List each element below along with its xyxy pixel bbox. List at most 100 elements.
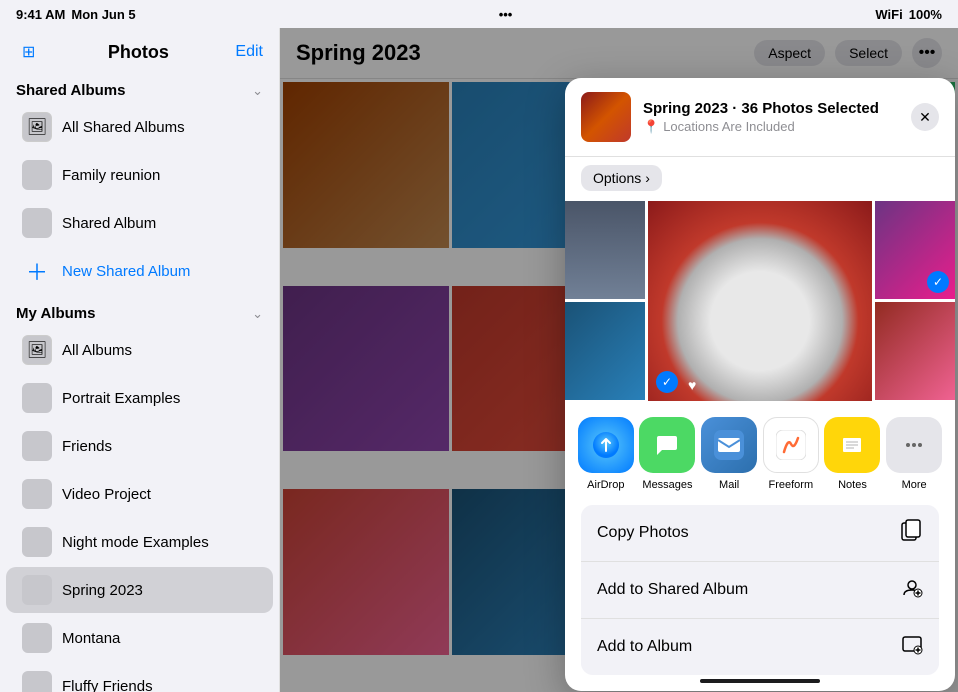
share-app-notes[interactable]: Notes	[824, 417, 880, 491]
all-albums-thumb: 🖼	[22, 335, 52, 365]
status-date: Mon Jun 5	[71, 7, 135, 22]
sidebar-edit-button[interactable]: Edit	[235, 43, 263, 61]
sidebar-item-label: Spring 2023	[62, 582, 143, 599]
add-shared-album-label: Add to Shared Album	[597, 581, 748, 599]
sidebar-item-label: Shared Album	[62, 215, 156, 232]
share-header: Spring 2023 · 36 Photos Selected 📍 Locat…	[565, 78, 955, 157]
share-close-button[interactable]: ✕	[911, 103, 939, 131]
video-thumb	[22, 479, 52, 509]
preview-photo-top-left[interactable]	[565, 201, 645, 299]
preview-strip: ✓ ♥ ✓	[565, 201, 955, 401]
sidebar-item-label: Portrait Examples	[62, 390, 180, 407]
options-button[interactable]: Options ›	[581, 165, 662, 191]
options-label: Options	[593, 170, 641, 186]
sidebar-item-spring-2023[interactable]: Spring 2023	[6, 567, 273, 613]
chevron-down-icon: ⌄	[252, 83, 263, 99]
more-icon	[886, 417, 942, 473]
share-app-mail[interactable]: Mail	[701, 417, 757, 491]
share-thumb-inner	[581, 92, 631, 142]
section-title-shared: Shared Albums	[16, 82, 125, 99]
preview-small-left	[565, 201, 645, 401]
sidebar-item-all-shared-albums[interactable]: 🖼 All Shared Albums	[6, 104, 273, 150]
sidebar-item-all-albums[interactable]: 🖼 All Albums	[6, 327, 273, 373]
messages-label: Messages	[642, 479, 692, 491]
sidebar-item-label: Night mode Examples	[62, 534, 209, 551]
share-sheet: Spring 2023 · 36 Photos Selected 📍 Locat…	[565, 78, 955, 691]
portrait-thumb	[22, 383, 52, 413]
sidebar-item-portrait[interactable]: Portrait Examples	[6, 375, 273, 421]
status-time: 9:41 AM	[16, 7, 65, 22]
freeform-label: Freeform	[768, 479, 813, 491]
preview-main-photo[interactable]: ✓ ♥	[648, 201, 872, 401]
location-icon: 📍	[643, 119, 659, 135]
section-title-my-albums: My Albums	[16, 305, 95, 322]
wifi-icon: WiFi	[875, 7, 902, 22]
section-header-shared-albums: Shared Albums ⌄	[0, 72, 279, 103]
preview-photo-bot-left[interactable]	[565, 302, 645, 400]
sidebar-item-new-shared-album[interactable]: ＋ New Shared Album	[6, 248, 273, 294]
sidebar-item-label: All Albums	[62, 342, 132, 359]
select-badge-right: ✓	[927, 271, 949, 293]
share-app-more[interactable]: More	[886, 417, 942, 491]
friends-thumb	[22, 431, 52, 461]
messages-icon	[639, 417, 695, 473]
main-content: Spring 2023 Aspect Select ••• ♥	[280, 28, 958, 692]
battery-icon: 100%	[909, 7, 942, 22]
add-album-label: Add to Album	[597, 638, 692, 656]
share-sheet-subtitle: 📍 Locations Are Included	[643, 119, 899, 135]
flower-photo	[648, 201, 872, 401]
mail-icon	[701, 417, 757, 473]
montana-thumb	[22, 623, 52, 653]
sidebar-item-video-project[interactable]: Video Project	[6, 471, 273, 517]
action-add-album[interactable]: Add to Album	[581, 618, 939, 675]
preview-photo-bot-right[interactable]	[875, 302, 955, 400]
airdrop-label: AirDrop	[587, 479, 624, 491]
sidebar-toggle-button[interactable]: ⊞	[16, 40, 41, 64]
shared-album-thumb	[22, 208, 52, 238]
freeform-icon	[763, 417, 819, 473]
fluffy-thumb	[22, 671, 52, 692]
sidebar-item-shared-album[interactable]: Shared Album	[6, 200, 273, 246]
all-shared-thumb: 🖼	[22, 112, 52, 142]
share-sheet-title: Spring 2023 · 36 Photos Selected	[643, 100, 899, 117]
share-app-airdrop[interactable]: AirDrop	[578, 417, 634, 491]
preview-small-right: ✓	[875, 201, 955, 401]
preview-photo-top-right[interactable]: ✓	[875, 201, 955, 299]
action-list: Copy Photos Add to Shared Album	[581, 505, 939, 675]
share-app-freeform[interactable]: Freeform	[763, 417, 819, 491]
status-center: •••	[499, 7, 513, 22]
sidebar-item-friends[interactable]: Friends	[6, 423, 273, 469]
sidebar-item-label: Friends	[62, 438, 112, 455]
sidebar-item-fluffy-friends[interactable]: Fluffy Friends	[6, 663, 273, 692]
add-icon: ＋	[22, 256, 52, 286]
copy-photos-label: Copy Photos	[597, 524, 689, 542]
action-copy-photos[interactable]: Copy Photos	[581, 505, 939, 561]
sidebar-title: Photos	[108, 42, 169, 63]
share-apps-row: AirDrop Messages	[565, 401, 955, 495]
share-album-thumbnail	[581, 92, 631, 142]
share-app-messages[interactable]: Messages	[639, 417, 695, 491]
app-container: ⊞ Photos Edit Shared Albums ⌄ 🖼 All Shar…	[0, 28, 958, 692]
status-bar: 9:41 AM Mon Jun 5 ••• WiFi 100%	[0, 0, 958, 28]
action-add-shared-album[interactable]: Add to Shared Album	[581, 561, 939, 618]
status-left: 9:41 AM Mon Jun 5	[16, 7, 136, 22]
add-album-icon	[901, 633, 923, 661]
sidebar-item-night-mode[interactable]: Night mode Examples	[6, 519, 273, 565]
sidebar-item-label: Family reunion	[62, 167, 160, 184]
notes-icon	[824, 417, 880, 473]
share-subtitle-text: Locations Are Included	[663, 119, 795, 134]
heart-icon-preview: ♥	[688, 377, 696, 393]
sidebar-header: ⊞ Photos Edit	[0, 28, 279, 72]
sidebar: ⊞ Photos Edit Shared Albums ⌄ 🖼 All Shar…	[0, 28, 280, 692]
add-shared-album-icon	[901, 576, 923, 604]
sidebar-item-family-reunion[interactable]: Family reunion	[6, 152, 273, 198]
section-header-my-albums: My Albums ⌄	[0, 295, 279, 326]
sidebar-item-montana[interactable]: Montana	[6, 615, 273, 661]
select-badge-left: ✓	[656, 371, 678, 393]
options-chevron: ›	[645, 170, 650, 186]
sidebar-item-label: All Shared Albums	[62, 119, 185, 136]
sidebar-item-label: Video Project	[62, 486, 151, 503]
sidebar-item-label: New Shared Album	[62, 263, 190, 280]
sidebar-item-label: Fluffy Friends	[62, 678, 153, 692]
night-thumb	[22, 527, 52, 557]
